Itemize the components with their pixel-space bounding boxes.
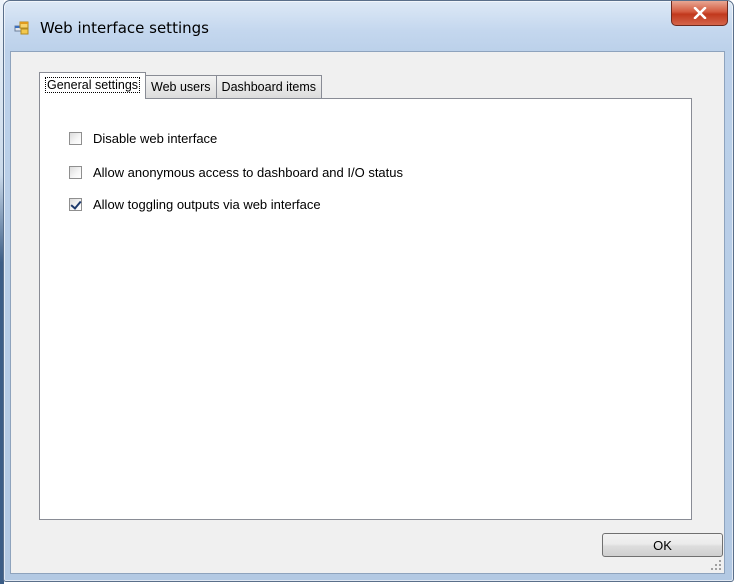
general-settings-panel: Disable web interface Allow anonymous ac… [39, 98, 692, 520]
ok-button[interactable]: OK [602, 533, 723, 557]
close-button[interactable] [671, 1, 728, 26]
disable-web-interface-checkbox[interactable] [69, 132, 82, 145]
title-bar[interactable]: Web interface settings [4, 1, 733, 45]
anonymous-access-checkbox[interactable] [69, 166, 82, 179]
option-disable-web-interface[interactable]: Disable web interface [69, 131, 217, 146]
checkbox-label: Allow toggling outputs via web interface [93, 197, 321, 212]
close-icon [693, 7, 706, 19]
tab-general-settings[interactable]: General settings [39, 72, 147, 99]
tab-label: Web users [151, 80, 211, 94]
checkbox-label: Allow anonymous access to dashboard and … [93, 165, 404, 180]
option-toggle-outputs[interactable]: Allow toggling outputs via web interface [69, 197, 321, 212]
option-anonymous-access[interactable]: Allow anonymous access to dashboard and … [69, 165, 403, 180]
dialog-client-area: General settings Web users Dashboard ite… [10, 51, 725, 574]
tab-label: General settings [44, 77, 141, 93]
dialog-window: Web interface settings General settings … [3, 0, 734, 582]
tab-label: Dashboard items [221, 80, 317, 94]
tab-dashboard-items[interactable]: Dashboard items [215, 75, 323, 98]
tab-strip: General settings Web users Dashboard ite… [39, 72, 323, 99]
toggle-outputs-checkbox[interactable] [69, 198, 82, 211]
resize-grip-icon[interactable] [710, 559, 722, 571]
tab-web-users[interactable]: Web users [145, 75, 217, 98]
app-window-icon [14, 20, 30, 36]
window-title: Web interface settings [40, 19, 209, 37]
checkbox-label: Disable web interface [93, 131, 218, 146]
